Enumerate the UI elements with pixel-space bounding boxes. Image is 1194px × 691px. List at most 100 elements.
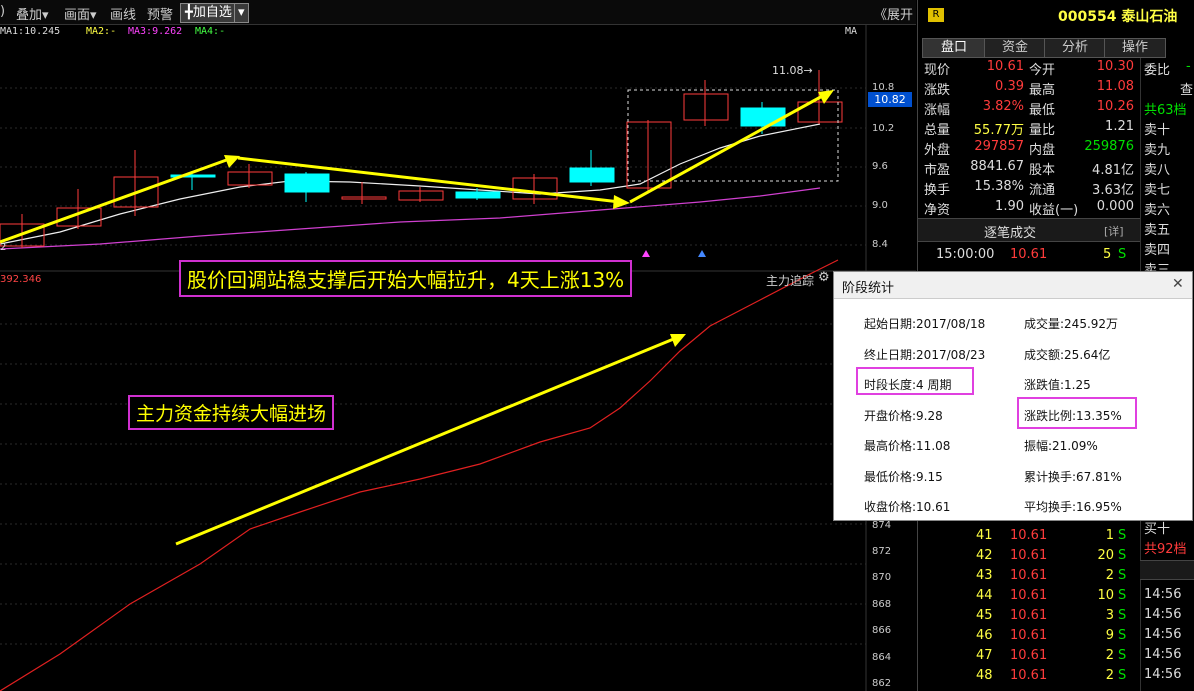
stat-item: 振幅:21.09% bbox=[1024, 439, 1098, 453]
tab-pankou[interactable]: 盘口 bbox=[922, 38, 986, 58]
expand-button[interactable]: 《展开 bbox=[874, 4, 913, 23]
tick-volume: 2 bbox=[1105, 668, 1114, 683]
stat-item: 成交额:25.64亿 bbox=[1024, 347, 1111, 362]
quote-value: 10.61 bbox=[986, 59, 1024, 74]
price-tick: 9.6 bbox=[872, 161, 888, 172]
quote-value: 4.81亿 bbox=[1092, 163, 1134, 178]
quote-value: 55.77万 bbox=[973, 123, 1024, 138]
tick-time: 15:00:00 bbox=[936, 247, 995, 262]
current-price-marker: 10.82 bbox=[868, 92, 912, 107]
quote-value: 3.63亿 bbox=[1092, 183, 1134, 198]
quote-value: 8841.67 bbox=[970, 159, 1024, 174]
stock-code-name: 000554 泰山石油 bbox=[1058, 9, 1178, 25]
capital-flow-line bbox=[0, 259, 839, 691]
add-favorite-button[interactable]: ╋加自选 bbox=[180, 3, 237, 23]
tick-time: 14:56 bbox=[1144, 607, 1182, 622]
trend-arrows bbox=[0, 90, 834, 546]
quote-label: 流通 bbox=[1029, 183, 1056, 198]
tick-price: 10.61 bbox=[1010, 588, 1048, 603]
quote-value: 15.38% bbox=[974, 179, 1024, 194]
kline-chart bbox=[0, 24, 916, 691]
quote-value: 1.90 bbox=[995, 199, 1024, 214]
tick-price: 10.61 bbox=[1010, 628, 1048, 643]
tick-seq: 41 bbox=[976, 528, 993, 543]
tick-seq: 47 bbox=[976, 648, 993, 663]
annotation-price: 股价回调站稳支撑后开始大幅拉升，4天上涨13% bbox=[179, 260, 633, 297]
tick-time: 14:56 bbox=[1144, 627, 1182, 642]
tick-seq: 42 bbox=[976, 548, 993, 563]
quote-label: 市盈 bbox=[924, 163, 951, 178]
lower-tick: 874 bbox=[872, 520, 892, 531]
tick-side: S bbox=[1118, 668, 1127, 683]
stage-stats-dialog: 阶段统计 ✕ 起始日期:2017/08/18 终止日期:2017/08/23 时段长… bbox=[833, 271, 1193, 521]
ticks-title: 逐笔成交 bbox=[984, 226, 1037, 241]
weibi-value: - bbox=[1186, 59, 1191, 74]
tick-side: S bbox=[1118, 528, 1127, 543]
highlight-period bbox=[856, 367, 974, 395]
quote-value: 3.82% bbox=[982, 99, 1024, 114]
sell-level-label: 卖十 bbox=[1144, 123, 1171, 138]
quote-label: 现价 bbox=[924, 63, 951, 78]
ticks-header: 逐笔成交 [详] bbox=[918, 218, 1140, 242]
tick-volume: 3 bbox=[1105, 608, 1114, 623]
tick-time: 14:56 bbox=[1144, 667, 1182, 682]
quote-label: 今开 bbox=[1029, 63, 1056, 78]
tick-seq: 44 bbox=[976, 588, 993, 603]
indicator-name[interactable]: 主力追踪 bbox=[766, 272, 814, 289]
stat-item: 累计换手:67.81% bbox=[1024, 469, 1122, 484]
dialog-header: 阶段统计 ✕ bbox=[834, 272, 1192, 299]
quote-value: 10.26 bbox=[1096, 99, 1134, 114]
stat-item: 开盘价格:9.28 bbox=[864, 408, 943, 423]
chart-left-label: 2 bbox=[0, 242, 7, 253]
quote-value: 297857 bbox=[974, 139, 1024, 154]
tab-zijin[interactable]: 资金 bbox=[984, 38, 1046, 58]
tick-price: 10.61 bbox=[1010, 608, 1048, 623]
quote-label: 最低 bbox=[1029, 103, 1056, 118]
weibi-label: 委比 bbox=[1144, 63, 1171, 78]
tick-volume: 20 bbox=[1097, 548, 1114, 563]
quote-label: 股本 bbox=[1029, 163, 1056, 178]
quote-label: 内盘 bbox=[1029, 143, 1056, 158]
sell-level-label: 卖五 bbox=[1144, 223, 1171, 238]
lower-tick: 870 bbox=[872, 572, 892, 583]
tick-side: S bbox=[1118, 247, 1127, 262]
stat-item: 成交量:245.92万 bbox=[1024, 317, 1119, 331]
draw-line-button[interactable]: 画线 bbox=[110, 4, 136, 23]
stat-item: 收盘价格:10.61 bbox=[864, 500, 951, 514]
ticks-detail-link[interactable]: [详] bbox=[1104, 223, 1124, 239]
gear-icon[interactable]: ⚙ bbox=[818, 270, 830, 285]
stat-item: 终止日期:2017/08/23 bbox=[864, 347, 986, 362]
tab-fenxi[interactable]: 分析 bbox=[1044, 38, 1106, 58]
close-icon[interactable]: ✕ bbox=[1172, 276, 1184, 292]
tick-time: 14:56 bbox=[1144, 647, 1182, 662]
canvas-menu[interactable]: 画面▾ bbox=[64, 4, 97, 23]
tick-price: 10.61 bbox=[1010, 528, 1048, 543]
tick-time: 14:56 bbox=[1144, 587, 1182, 602]
quote-label: 外盘 bbox=[924, 143, 951, 158]
tick-price: 10.61 bbox=[1010, 668, 1048, 683]
stat-item: 最高价格:11.08 bbox=[864, 439, 951, 453]
tick-price: 10.61 bbox=[1010, 568, 1048, 583]
query-link[interactable]: 查 bbox=[1180, 79, 1193, 98]
quote-label: 最高 bbox=[1029, 83, 1056, 98]
price-tick: 10.2 bbox=[872, 123, 895, 134]
quote-value: 0.39 bbox=[995, 79, 1024, 94]
tick-seq: 45 bbox=[976, 608, 993, 623]
rating-badge: R bbox=[928, 8, 944, 22]
total-buy-levels: 共92档 bbox=[1144, 542, 1187, 557]
alert-button[interactable]: 预警 bbox=[147, 4, 173, 23]
tick-volume: 1 bbox=[1105, 528, 1114, 543]
quote-label: 量比 bbox=[1029, 123, 1056, 138]
highlight-change-ratio bbox=[1017, 397, 1137, 429]
quote-value: 0.000 bbox=[1096, 199, 1134, 214]
lower-tick: 864 bbox=[872, 652, 892, 663]
overlay-menu[interactable]: 叠加▾ bbox=[16, 4, 49, 23]
tick-volume: 10 bbox=[1097, 588, 1114, 603]
tab-caozuo[interactable]: 操作 bbox=[1104, 38, 1166, 58]
total-sell-levels: 共63档 bbox=[1144, 103, 1187, 118]
lower-left-value: 392.346 bbox=[0, 274, 42, 285]
quote-value: 10.30 bbox=[1096, 59, 1134, 74]
stat-item: 起始日期:2017/08/18 bbox=[864, 317, 986, 331]
add-favorite-dropdown[interactable]: ▾ bbox=[234, 3, 249, 23]
ma1-line bbox=[0, 123, 821, 245]
